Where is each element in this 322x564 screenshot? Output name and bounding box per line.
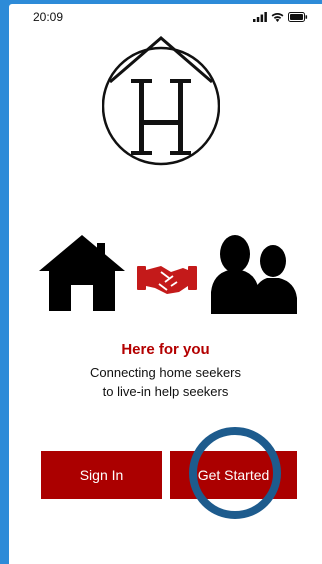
house-logo-icon <box>102 36 220 166</box>
subtitle-line-1: Connecting home seekers <box>89 365 242 380</box>
subtitle: Connecting home seekers to live-in help … <box>9 363 322 401</box>
status-bar: 20:09 <box>9 4 322 28</box>
people-icon <box>211 235 297 314</box>
status-time: 20:09 <box>33 10 64 24</box>
headline: Here for you <box>121 341 210 358</box>
wifi-icon <box>271 13 284 22</box>
handshake-icon <box>137 266 197 294</box>
subtitle-line-2: to live-in help seekers <box>102 384 229 399</box>
battery-icon <box>288 12 308 22</box>
get-started-button[interactable]: Get Started <box>170 451 297 499</box>
connection-illustration <box>39 230 299 314</box>
status-icons <box>253 11 308 23</box>
signal-icon <box>253 12 267 22</box>
sign-in-button[interactable]: Sign In <box>41 451 162 499</box>
house-icon <box>39 235 125 311</box>
app-screen: 20:09 Here for you Connecting home seeke… <box>9 4 322 564</box>
